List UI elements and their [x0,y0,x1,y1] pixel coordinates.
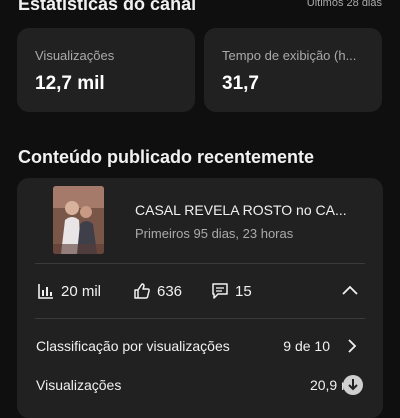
watch-time-stat-label: Tempo de exibição (h... [222,48,357,63]
ranking-value: 9 de 10 [283,338,330,354]
views-stat-card[interactable]: Visualizações 12,7 mil [17,28,195,112]
channel-stats-title: Estatísticas do canal [18,0,197,14]
views-row-toggle[interactable] [342,374,364,396]
ranking-label: Classificação por visualizações [36,338,230,354]
card-divider-top [35,263,365,264]
comments-metric-value: 15 [235,282,252,300]
views-metric: 20 mil [37,282,101,300]
thumbs-up-icon [134,283,150,299]
chevron-up-icon [342,285,358,295]
video-title[interactable]: CASAL REVELA ROSTO no CA... [135,202,347,218]
collapse-button[interactable] [338,280,362,300]
recent-content-title: Conteúdo publicado recentemente [18,147,315,167]
arrow-down-circle-icon [343,375,363,395]
views-stat-label: Visualizações [35,48,115,63]
thumbnail-image [53,186,104,254]
comments-metric: 15 [211,282,252,300]
watch-time-stat-card[interactable]: Tempo de exibição (h... 31,7 [204,28,382,112]
likes-metric-value: 636 [157,282,183,300]
period-label: Últimos 28 dias [306,0,382,9]
views-stat-value: 12,7 mil [35,73,105,94]
video-subtitle: Primeiros 95 dias, 23 horas [135,226,294,241]
watch-time-stat-value: 31,7 [222,73,259,94]
card-divider-bottom [35,318,365,319]
video-thumbnail[interactable] [53,186,104,254]
ranking-chevron-right-icon [345,336,359,361]
views-row-label: Visualizações [36,377,122,393]
bar-chart-icon [38,284,53,299]
views-metric-value: 20 mil [61,282,102,300]
comment-icon [212,283,228,299]
likes-metric: 636 [133,282,182,300]
